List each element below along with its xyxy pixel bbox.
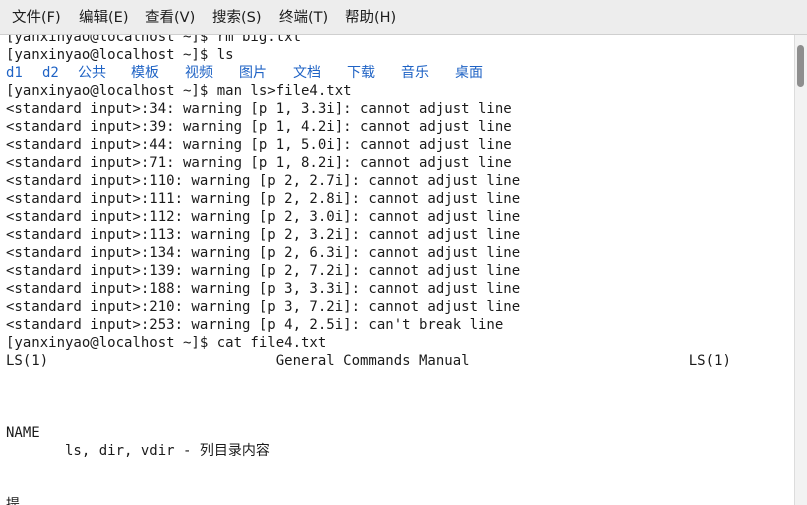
terminal-line: <standard input>:253: warning [p 4, 2.5i… [6,317,504,333]
terminal-line: <standard input>:210: warning [p 3, 7.2i… [6,299,521,315]
menu-edit[interactable]: 编辑(E) [77,7,130,29]
terminal-line: <standard input>:112: warning [p 2, 3.0i… [6,209,521,225]
ls-entry: 图片 [239,65,267,81]
terminal-line: [yanxinyao@localhost ~]$ cat file4.txt [6,335,327,351]
ls-entry: 模板 [131,65,159,81]
menu-view[interactable]: 查看(V) [143,7,197,29]
scrollbar-thumb[interactable] [797,45,804,87]
terminal-line: <standard input>:44: warning [p 1, 5.0i]… [6,137,512,153]
terminal-output[interactable]: [yanxinyao@localhost ~]$ rm big.txt [yan… [0,35,794,505]
menu-help[interactable]: 帮助(H) [343,7,398,29]
ls-entry: 视频 [185,65,213,81]
terminal-line: <standard input>:111: warning [p 2, 2.8i… [6,191,521,207]
ls-entry: 音乐 [401,65,429,81]
menu-search[interactable]: 搜索(S) [210,7,264,29]
terminal-line: <standard input>:139: warning [p 2, 7.2i… [6,263,521,279]
terminal-line: <standard input>:71: warning [p 1, 8.2i]… [6,155,512,171]
terminal-line: <standard input>:34: warning [p 1, 3.3i]… [6,101,512,117]
terminal-line: <standard input>:134: warning [p 2, 6.3i… [6,245,521,261]
ls-entry: 下载 [347,65,375,81]
menu-bar: 文件(F) 编辑(E) 查看(V) 搜索(S) 终端(T) 帮助(H) [0,0,807,35]
menu-file[interactable]: 文件(F) [10,7,63,29]
ls-entry: d1 [6,65,23,81]
terminal-line: 提 [6,497,20,505]
ls-entry: 文档 [293,65,321,81]
terminal-line: [yanxinyao@localhost ~]$ ls [6,47,234,63]
terminal-line: LS(1) General Commands Manual LS(1) [6,353,731,369]
terminal-line: <standard input>:188: warning [p 3, 3.3i… [6,281,521,297]
terminal-line: NAME [6,425,40,441]
terminal-line: ls, dir, vdir - 列目录内容 [6,443,270,459]
terminal-line: [yanxinyao@localhost ~]$ rm big.txt [6,35,302,45]
ls-entry: 公共 [78,65,106,81]
terminal-line: <standard input>:39: warning [p 1, 4.2i]… [6,119,512,135]
ls-entry: 桌面 [455,65,483,81]
terminal-line: <standard input>:110: warning [p 2, 2.7i… [6,173,521,189]
menu-terminal[interactable]: 终端(T) [277,7,330,29]
vertical-scrollbar[interactable] [794,35,807,505]
terminal-line: [yanxinyao@localhost ~]$ man ls>file4.tx… [6,83,352,99]
terminal-line: <standard input>:113: warning [p 2, 3.2i… [6,227,521,243]
ls-entry: d2 [42,65,59,81]
